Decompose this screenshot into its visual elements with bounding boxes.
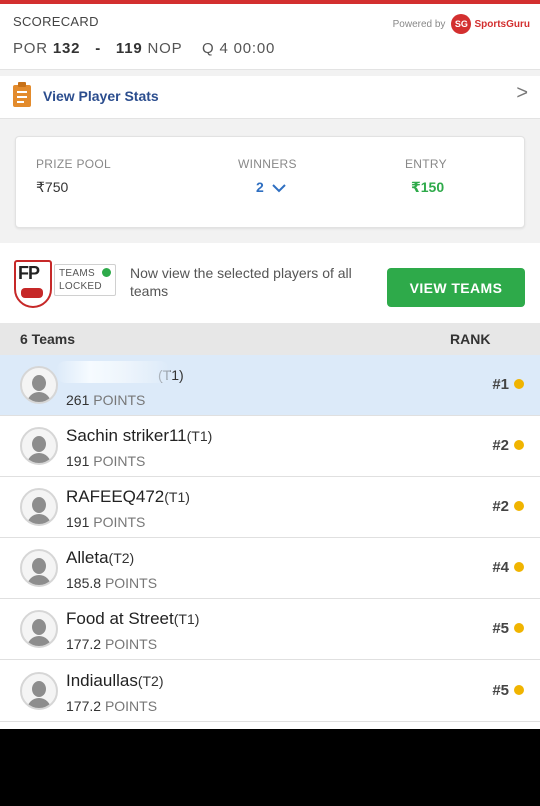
user-avatar-icon	[20, 549, 58, 587]
team-name: Alleta(T2)	[66, 548, 135, 567]
coin-icon	[514, 501, 524, 511]
team-row[interactable]: Food at Street(T1) 177.2 POINTS #5	[0, 599, 540, 660]
winners-label: WINNERS	[238, 157, 297, 171]
team-rank: #4	[492, 559, 509, 576]
sportsguru-brand-name: SportsGuru	[474, 18, 530, 30]
team-name: Sachin striker11(T1)	[66, 426, 213, 445]
team-points: 185.8 POINTS	[66, 575, 157, 591]
team-row[interactable]: Alleta(T2) 185.8 POINTS #4	[0, 538, 540, 599]
team-name: Food at Street(T1)	[66, 609, 200, 628]
locked-message: Now view the selected players of all tea…	[130, 265, 352, 299]
team-row[interactable]: (T1) 261 POINTS #1	[0, 355, 540, 416]
powered-by: Powered by SG SportsGuru	[393, 14, 530, 34]
coin-icon	[514, 379, 524, 389]
entry-value: ₹150	[411, 179, 445, 195]
user-avatar-icon	[20, 672, 58, 710]
teams-locked-badge: TEAMS LOCKED	[54, 264, 116, 296]
team-tag: (T1)	[164, 489, 190, 505]
prize-pool-value: ₹750	[36, 179, 69, 195]
points-value: 261	[66, 392, 90, 408]
team-tag: (T2)	[137, 673, 164, 689]
points-value: 191	[66, 514, 90, 530]
game-clock: 00:00	[233, 40, 276, 57]
team-row[interactable]: Sachin striker11(T1) 191 POINTS #2	[0, 416, 540, 477]
chevron-right-icon: >	[516, 82, 528, 104]
team-points: 261 POINTS	[66, 392, 145, 408]
team-rank: #2	[492, 498, 509, 515]
view-player-stats-link[interactable]: View Player Stats	[43, 88, 159, 104]
points-value: 185.8	[66, 575, 102, 591]
team-name: RAFEEQ472(T1)	[66, 487, 190, 506]
winners-value: 2	[256, 179, 264, 195]
lock-icon	[102, 268, 111, 277]
view-teams-button[interactable]: VIEW TEAMS	[387, 268, 525, 307]
handshake-icon	[21, 288, 43, 298]
teams-count: 6 Teams	[20, 331, 75, 347]
points-label: POINTS	[93, 392, 146, 408]
points-label: POINTS	[93, 453, 146, 469]
team-points: 177.2 POINTS	[66, 698, 157, 714]
teams-locked-line1: TEAMS	[59, 268, 95, 279]
coin-icon	[514, 685, 524, 695]
rank-column-header: RANK	[450, 331, 491, 347]
score-line: POR 132 - 119 NOP Q 4 00:00	[13, 40, 275, 57]
scorecard-title: SCORECARD	[13, 14, 99, 29]
winners-dropdown[interactable]: 2	[256, 179, 297, 195]
team2-abbr: NOP	[147, 40, 183, 57]
points-label: POINTS	[104, 575, 158, 591]
team-name: Indiaullas(T2)	[66, 671, 164, 690]
team-rank: #2	[492, 437, 509, 454]
team-tag: (T2)	[108, 550, 135, 566]
user-avatar-icon	[20, 427, 58, 465]
team-points: 191 POINTS	[66, 514, 145, 530]
clipboard-icon	[13, 82, 31, 107]
coin-icon	[514, 562, 524, 572]
team1-abbr: POR	[13, 40, 48, 57]
contest-info-card: PRIZE POOL ₹750 WINNERS 2 ENTRY ₹150	[15, 136, 525, 228]
team-tag: (T1)	[173, 611, 200, 627]
teams-locked-text: TEAMS LOCKED	[59, 267, 102, 293]
team-rank: #1	[492, 376, 509, 393]
winners: WINNERS 2	[238, 157, 297, 195]
teams-locked-line2: LOCKED	[59, 281, 102, 292]
points-value: 177.2	[66, 698, 102, 714]
fp-logo: FP	[14, 260, 52, 308]
bottom-black-area	[0, 729, 540, 806]
team-row[interactable]: RAFEEQ472(T1) 191 POINTS #2	[0, 477, 540, 538]
fp-logo-letters: FP	[18, 263, 40, 283]
points-label: POINTS	[93, 514, 146, 530]
entry-label: ENTRY	[405, 157, 447, 171]
sportsguru-logo-icon: SG	[451, 14, 472, 34]
coin-icon	[514, 440, 524, 450]
points-value: 177.2	[66, 636, 102, 652]
points-label: POINTS	[104, 698, 158, 714]
prize-pool: PRIZE POOL ₹750	[36, 157, 111, 196]
team-tag: (T1)	[186, 428, 213, 444]
points-label: POINTS	[104, 636, 158, 652]
team-rank: #5	[492, 682, 509, 699]
view-player-stats-row[interactable]: View Player Stats >	[0, 76, 540, 119]
score-separator: -	[95, 40, 102, 57]
user-avatar-icon	[20, 610, 58, 648]
quarter-label: Q 4	[202, 40, 229, 57]
scorecard-header: SCORECARD POR 132 - 119 NOP Q 4 00:00 Po…	[0, 4, 540, 70]
points-value: 191	[66, 453, 90, 469]
chevron-down-icon	[271, 184, 286, 193]
user-avatar-icon	[20, 366, 58, 404]
coin-icon	[514, 623, 524, 633]
team1-score: 132	[52, 40, 81, 57]
entry: ENTRY ₹150	[405, 157, 447, 196]
teams-table-header: 6 Teams RANK	[0, 323, 540, 355]
team-points: 191 POINTS	[66, 453, 145, 469]
team-points: 177.2 POINTS	[66, 636, 157, 652]
powered-by-text: Powered by	[392, 18, 446, 30]
team2-score: 119	[115, 40, 143, 57]
prize-pool-label: PRIZE POOL	[36, 157, 112, 171]
team-row[interactable]: Indiaullas(T2) 177.2 POINTS #5	[0, 661, 540, 722]
user-avatar-icon	[20, 488, 58, 526]
team-rank: #5	[492, 620, 509, 637]
redacted-name-blur	[56, 361, 170, 383]
